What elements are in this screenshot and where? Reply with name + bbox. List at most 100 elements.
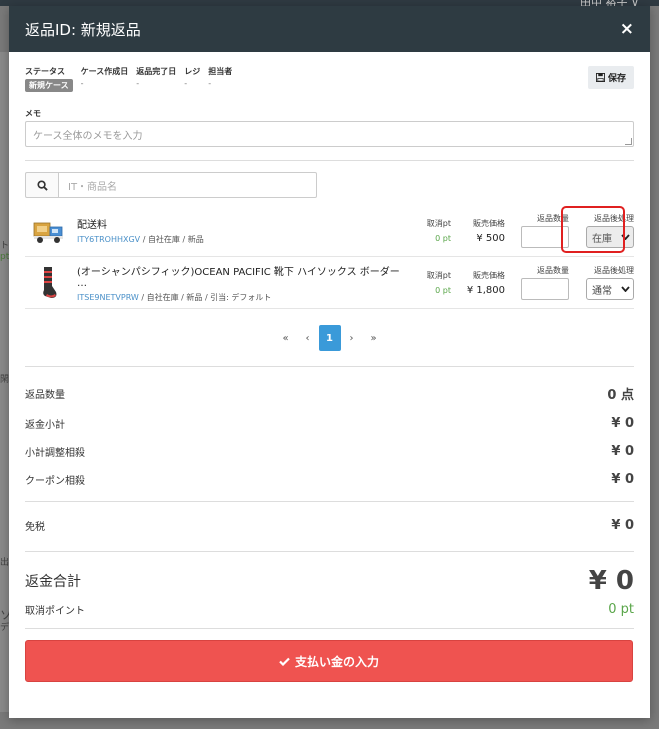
resize-grip-icon[interactable] [625, 138, 632, 145]
cancel-pt-value: 0 pt [435, 286, 451, 295]
page-next-button[interactable]: › [341, 325, 363, 351]
cancel-pt-value: 0 pt [435, 234, 451, 243]
chevron-down-icon [621, 286, 630, 292]
close-icon[interactable]: × [620, 19, 634, 39]
search-button[interactable] [25, 172, 59, 198]
item-info: (オーシャンパシフィック)OCEAN PACIFIC 靴下 ハイソックス ボーダ… [73, 263, 407, 303]
case-info-columns: ステータス 新規ケース ケース作成日 - 返品完了日 - レジ - 担当者 - [25, 66, 232, 92]
register-column: レジ - [184, 66, 200, 92]
after-process-label: 返品後処理 [594, 266, 634, 275]
summary-qty-value: 0 点 [607, 388, 634, 403]
price-column: 販売価格 ¥ 1,800 [451, 270, 505, 296]
price-label: 販売価格 [473, 218, 505, 228]
completed-column: 返品完了日 - [136, 66, 176, 92]
summary-total-value: ¥ 0 [588, 566, 634, 596]
memo-wrapper: ケース全体のメモを入力 [25, 121, 634, 147]
staff-label: 担当者 [208, 67, 233, 76]
modal-body: ステータス 新規ケース ケース作成日 - 返品完了日 - レジ - 担当者 - … [9, 52, 650, 682]
completed-label: 返品完了日 [136, 67, 177, 76]
save-icon [595, 73, 605, 82]
item-row: 配送料 ITY6TROHHXGV / 自社在庫 / 新品 取消pt 0 pt 販… [25, 205, 634, 257]
page-prev-button[interactable]: ‹ [297, 325, 319, 351]
summary-adjust-label: 小計調整相殺 [25, 448, 85, 459]
price-label: 販売価格 [473, 270, 505, 280]
save-button[interactable]: 保存 [587, 66, 634, 89]
payment-input-label: 支払い金の入力 [294, 654, 379, 669]
created-label: ケース作成日 [80, 67, 129, 76]
item-code-link[interactable]: ITY6TROHHXGV [77, 235, 140, 244]
created-column: ケース作成日 - [81, 66, 129, 92]
summary-subtotal-label: 返金小計 [25, 420, 65, 431]
register-value: - [184, 79, 188, 88]
return-qty-label: 返品数量 [537, 266, 569, 275]
summary-tax: 免税 ¥ 0 [25, 518, 634, 533]
created-value: - [80, 79, 84, 88]
pagination: « ‹ 1 › » [25, 325, 634, 351]
item-list: 配送料 ITY6TROHHXGV / 自社在庫 / 新品 取消pt 0 pt 販… [25, 205, 634, 309]
divider [25, 551, 634, 552]
page-current-button[interactable]: 1 [318, 325, 341, 351]
register-label: レジ [184, 67, 201, 76]
summary-tax-value: ¥ 0 [611, 518, 634, 533]
summary-total: 返金合計 ¥ 0 [25, 566, 634, 596]
search-input[interactable]: IT・商品名 [59, 172, 317, 198]
item-meta: ITY6TROHHXGV / 自社在庫 / 新品 [77, 234, 407, 245]
memo-input[interactable]: ケース全体のメモを入力 [25, 121, 634, 147]
summary-subtotal: 返金小計 ¥ 0 [25, 416, 634, 431]
summary-points-value: 0 pt [608, 602, 634, 617]
staff-value: - [208, 79, 212, 88]
return-qty-column: 返品数量 [505, 213, 569, 248]
case-info-row: ステータス 新規ケース ケース作成日 - 返品完了日 - レジ - 担当者 - … [25, 66, 634, 106]
after-process-value: 通常 [592, 285, 612, 297]
return-qty-column: 返品数量 [505, 265, 569, 300]
page-first-button[interactable]: « [275, 325, 297, 351]
item-meta-text: / 自社在庫 / 新品 / 引当: デフォルト [138, 292, 272, 302]
item-meta-text: / 自社在庫 / 新品 [140, 235, 204, 244]
highlight-box [561, 206, 625, 253]
save-button-label: 保存 [607, 73, 626, 83]
price-value: ¥ 500 [476, 232, 505, 244]
truck-icon [25, 211, 73, 251]
check-icon [279, 657, 290, 666]
summary-subtotal-value: ¥ 0 [611, 416, 634, 431]
completed-value: - [136, 79, 140, 88]
item-row: (オーシャンパシフィック)OCEAN PACIFIC 靴下 ハイソックス ボーダ… [25, 257, 634, 309]
product-search: IT・商品名 [25, 172, 317, 198]
search-icon [36, 179, 48, 191]
page-last-button[interactable]: » [363, 325, 385, 351]
after-process-select[interactable]: 通常 [586, 278, 634, 300]
background-fragment: pt [0, 252, 10, 262]
item-name: (オーシャンパシフィック)OCEAN PACIFIC 靴下 ハイソックス ボーダ… [77, 266, 400, 289]
status-label: ステータス [25, 67, 65, 76]
summary-points: 取消ポイント 0 pt [25, 602, 634, 617]
background-fragment: 閑 [0, 375, 10, 385]
summary-coupon-value: ¥ 0 [611, 472, 634, 487]
status-badge: 新規ケース [25, 79, 73, 92]
modal-title: 返品ID: 新規返品 [25, 20, 141, 39]
background-fragment: デ [0, 623, 10, 633]
cancel-pt-label: 取消pt [426, 219, 451, 228]
summary-adjust-value: ¥ 0 [611, 444, 634, 459]
summary-qty: 返品数量 0 点 [25, 384, 634, 403]
after-process-column: 返品後処理 通常 [569, 265, 634, 300]
summary-adjust: 小計調整相殺 ¥ 0 [25, 444, 634, 459]
return-modal: 返品ID: 新規返品 × ステータス 新規ケース ケース作成日 - 返品完了日 … [9, 6, 650, 718]
cancel-pt-column: 取消pt 0 pt [407, 218, 451, 243]
item-code-link[interactable]: ITSE9NETVPRW [77, 293, 139, 302]
payment-input-button[interactable]: 支払い金の入力 [25, 640, 633, 682]
summary-qty-label: 返品数量 [25, 390, 65, 401]
divider [25, 160, 634, 161]
summary-tax-label: 免税 [25, 522, 45, 533]
summary-points-label: 取消ポイント [25, 606, 85, 617]
summary-total-label: 返金合計 [25, 574, 81, 590]
staff-column: 担当者 - [208, 66, 232, 92]
return-qty-input[interactable] [521, 278, 569, 300]
background-fragment: ト [0, 241, 10, 251]
cancel-pt-column: 取消pt 0 pt [407, 270, 451, 295]
item-meta: ITSE9NETVPRW / 自社在庫 / 新品 / 引当: デフォルト [77, 292, 407, 303]
item-info: 配送料 ITY6TROHHXGV / 自社在庫 / 新品 [73, 216, 407, 245]
price-column: 販売価格 ¥ 500 [451, 218, 505, 244]
item-name: 配送料 [77, 220, 107, 231]
memo-label: メモ [25, 109, 41, 118]
divider [25, 628, 634, 629]
